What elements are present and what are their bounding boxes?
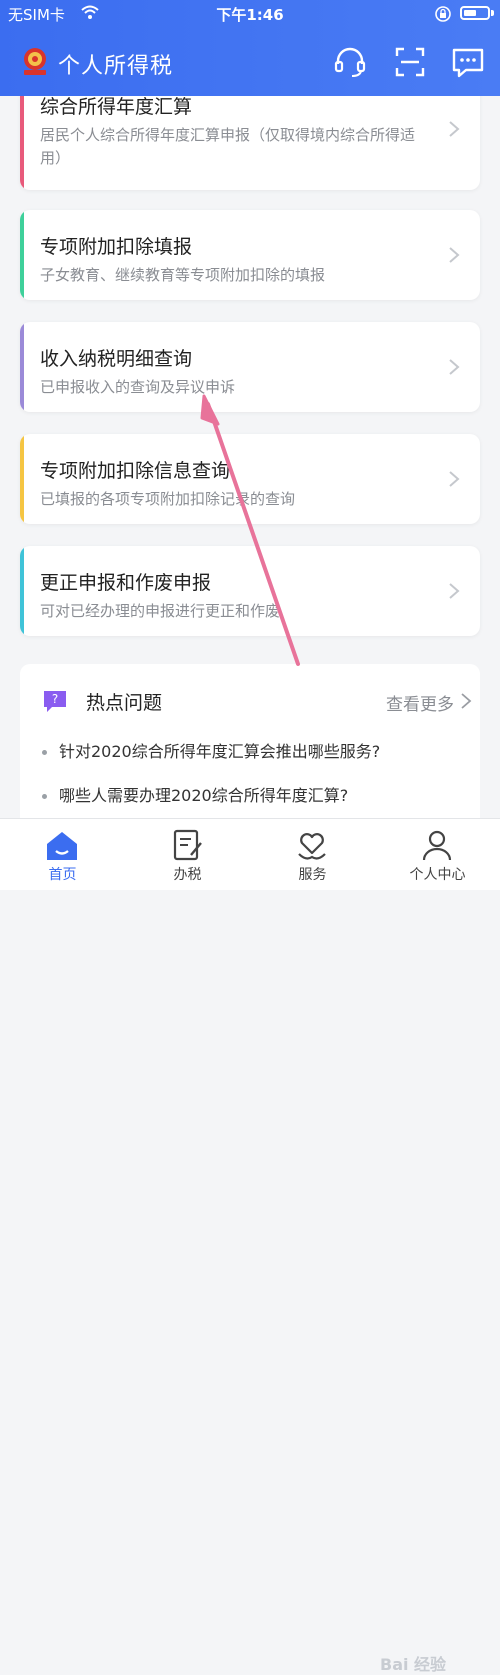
card-description: 居民个人综合所得年度汇算申报（仅取得境内综合所得适用） — [40, 126, 416, 167]
view-more-link[interactable]: 查看更多 — [386, 690, 454, 715]
app-title: 个人所得税 — [58, 54, 174, 79]
chevron-right-icon — [449, 583, 460, 599]
tax-form-icon — [173, 829, 202, 861]
tax-emblem-icon — [24, 48, 46, 75]
person-icon — [422, 830, 452, 861]
tab-label: 办税 — [173, 867, 202, 883]
card-accent — [20, 322, 24, 412]
card-income-tax-detail-query[interactable]: 收入纳税明细查询 已申报收入的查询及异议申诉 — [20, 322, 480, 412]
card-title: 专项附加扣除信息查询 — [40, 460, 231, 482]
bullet — [42, 794, 47, 799]
tab-tax[interactable]: 办税 — [125, 819, 250, 890]
card-special-deduction-query[interactable]: 专项附加扣除信息查询 已填报的各项专项附加扣除记录的查询 — [20, 434, 480, 524]
service-list[interactable]: 综合所得年度汇算 居民个人综合所得年度汇算申报（仅取得境内综合所得适用） 专项附… — [0, 96, 500, 818]
card-correct-void-declaration[interactable]: 更正申报和作废申报 可对已经办理的申报进行更正和作废 — [20, 546, 480, 636]
question-bubble-icon: ? — [44, 691, 66, 712]
tab-label: 个人中心 — [409, 867, 466, 883]
battery-tip — [491, 10, 494, 16]
card-title: 更正申报和作废申报 — [40, 572, 212, 594]
chevron-right-icon — [449, 247, 460, 263]
hot-question-item[interactable]: 针对2020综合所得年度汇算会推出哪些服务? — [42, 738, 380, 762]
card-title: 收入纳税明细查询 — [40, 348, 193, 370]
status-bar: 无SIM卡 下午1:46 — [0, 0, 500, 28]
card-accent — [20, 96, 24, 190]
watermark-text: Bai 经验 — [380, 1655, 447, 1674]
tab-service[interactable]: 服务 — [250, 819, 375, 890]
tab-label: 首页 — [48, 867, 77, 883]
bullet — [42, 750, 47, 755]
chevron-right-icon — [449, 359, 460, 375]
message-icon[interactable] — [450, 44, 486, 80]
heart-hand-icon — [298, 833, 326, 860]
battery-icon — [460, 6, 490, 20]
hot-question-text: 针对2020综合所得年度汇算会推出哪些服务? — [59, 742, 381, 761]
card-description: 可对已经办理的申报进行更正和作废 — [40, 602, 281, 620]
scan-icon[interactable] — [392, 44, 428, 80]
rotation-lock-icon — [435, 6, 451, 22]
card-annual-settlement[interactable]: 综合所得年度汇算 居民个人综合所得年度汇算申报（仅取得境内综合所得适用） — [20, 96, 480, 190]
clock: 下午1:46 — [216, 6, 284, 24]
top-bar: 无SIM卡 下午1:46 个人所得税 — [0, 0, 500, 96]
hot-question-text: 哪些人需要办理2020综合所得年度汇算? — [59, 786, 349, 805]
card-description: 子女教育、继续教育等专项附加扣除的填报 — [40, 266, 326, 284]
card-description: 已填报的各项专项附加扣除记录的查询 — [40, 490, 296, 508]
card-description: 已申报收入的查询及异议申诉 — [40, 378, 236, 396]
card-accent — [20, 434, 24, 524]
hot-questions-panel: ? 热点问题 查看更多 针对2020综合所得年度汇算会推出哪些服务? 哪些人需要… — [20, 664, 480, 818]
svg-text:?: ? — [52, 692, 58, 706]
card-accent — [20, 210, 24, 300]
tab-home[interactable]: 首页 — [0, 819, 125, 890]
chevron-right-icon — [449, 121, 460, 137]
card-title: 综合所得年度汇算 — [40, 96, 193, 118]
card-special-deduction-fill[interactable]: 专项附加扣除填报 子女教育、继续教育等专项附加扣除的填报 — [20, 210, 480, 300]
card-title: 专项附加扣除填报 — [40, 236, 193, 258]
hot-question-item[interactable]: 哪些人需要办理2020综合所得年度汇算? — [42, 782, 348, 806]
bottom-tab-bar: 首页 办税 服务 个人中心 Bai 经验 — [0, 818, 500, 1674]
tab-label: 服务 — [298, 867, 327, 883]
headset-icon[interactable] — [332, 44, 368, 80]
card-accent — [20, 546, 24, 636]
chevron-right-icon[interactable] — [460, 692, 472, 710]
chevron-right-icon — [449, 471, 460, 487]
home-icon — [47, 832, 77, 860]
nav-bar: 个人所得税 — [0, 36, 500, 88]
tab-profile[interactable]: 个人中心 — [375, 819, 500, 890]
hot-questions-title: 热点问题 — [86, 692, 163, 714]
